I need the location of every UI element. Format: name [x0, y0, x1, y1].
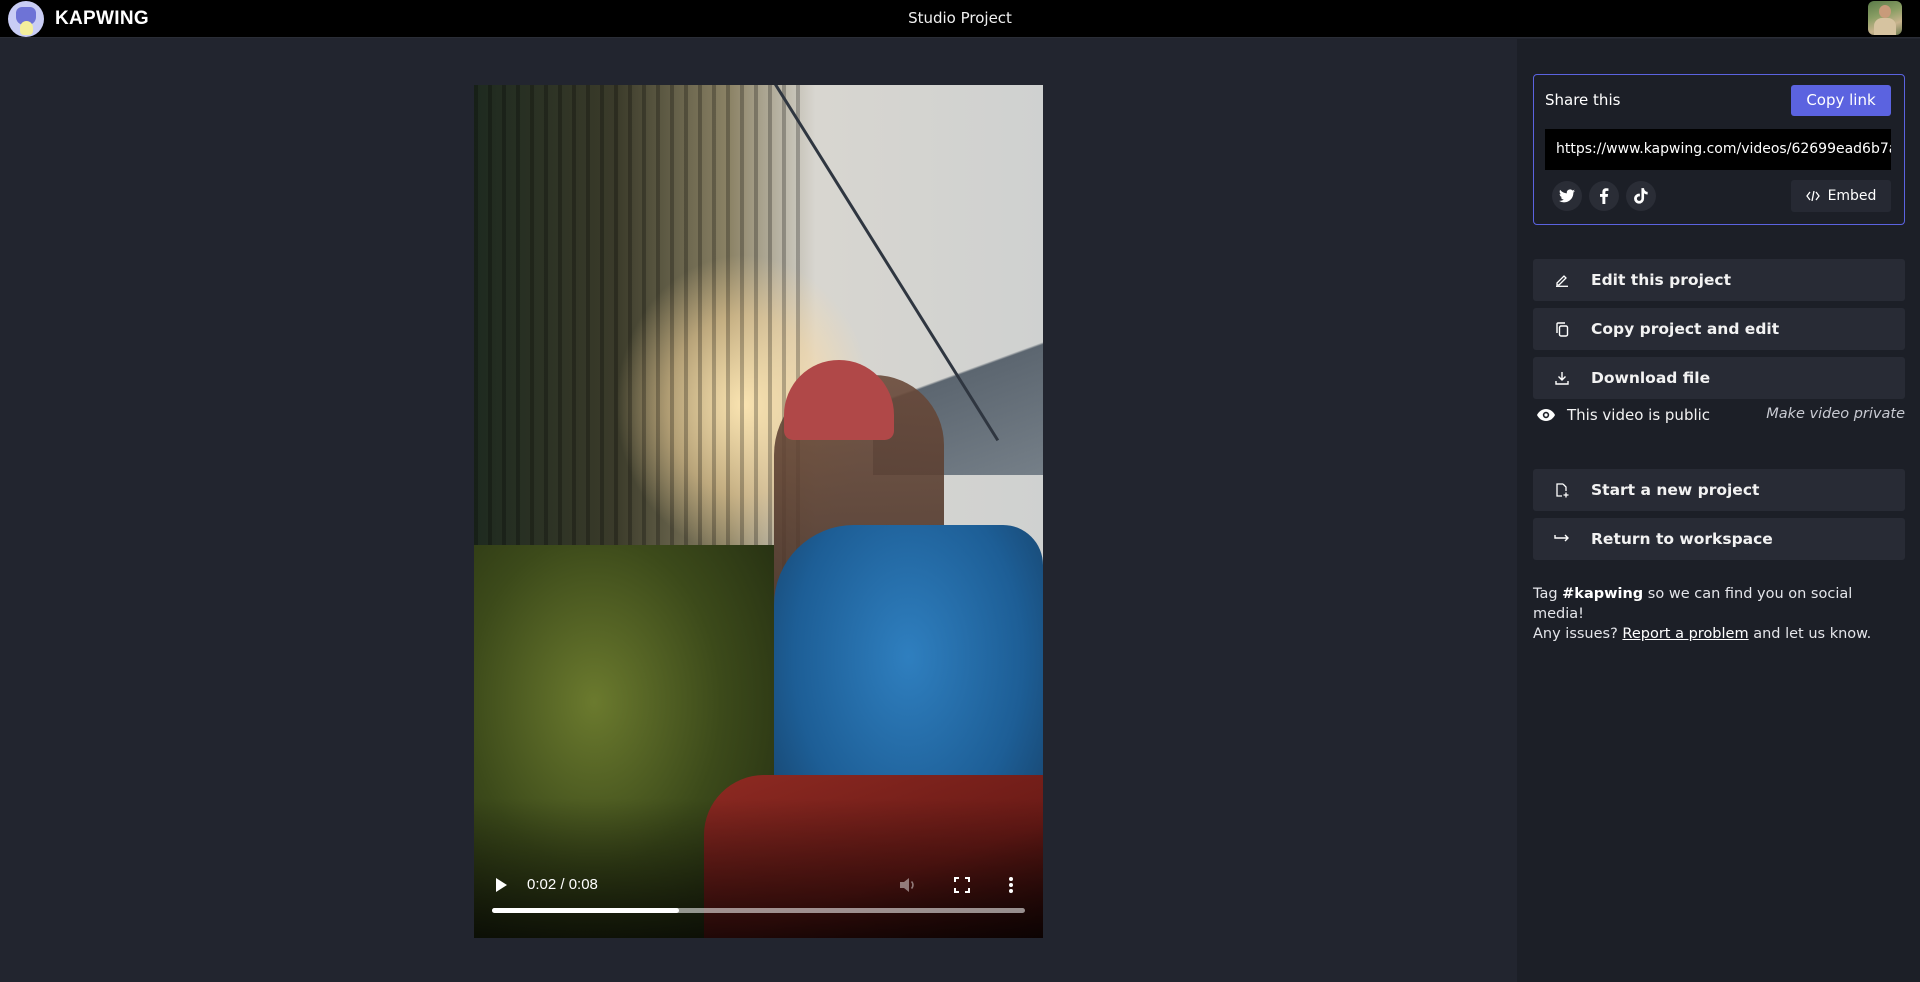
footer-note: Tag #kapwing so we can find you on socia… — [1533, 586, 1872, 642]
share-label: Share this — [1545, 91, 1621, 109]
new-project-button[interactable]: Start a new project — [1533, 469, 1905, 511]
video-controls: 0:02 / 0:08 — [474, 868, 1043, 938]
edit-project-button[interactable]: Edit this project — [1533, 259, 1905, 301]
report-problem-link[interactable]: Report a problem — [1622, 626, 1748, 642]
action-label: Return to workspace — [1591, 530, 1773, 548]
progress-fill — [492, 908, 679, 913]
action-label: Start a new project — [1591, 481, 1760, 499]
pencil-icon — [1556, 275, 1568, 287]
eye-icon — [1537, 409, 1555, 421]
top-bar: KAPWING Studio Project — [0, 0, 1920, 38]
video-progress-bar[interactable] — [492, 908, 1025, 913]
download-file-button[interactable]: Download file — [1533, 357, 1905, 399]
share-url-field[interactable]: https://www.kapwing.com/videos/62699ead6… — [1545, 129, 1891, 170]
play-icon[interactable] — [496, 878, 507, 892]
twitter-button[interactable] — [1552, 181, 1582, 211]
return-workspace-button[interactable]: Return to workspace — [1533, 518, 1905, 560]
fullscreen-icon[interactable] — [954, 877, 970, 893]
facebook-button[interactable] — [1589, 181, 1619, 211]
facebook-icon — [1600, 188, 1609, 204]
action-label: Copy project and edit — [1591, 320, 1780, 338]
embed-button[interactable]: Embed — [1791, 180, 1891, 212]
tiktok-icon — [1634, 188, 1648, 204]
user-avatar[interactable] — [1868, 1, 1902, 35]
copy-project-button[interactable]: Copy project and edit — [1533, 308, 1905, 350]
visibility-status: This video is public — [1567, 406, 1711, 424]
tiktok-button[interactable] — [1626, 181, 1656, 211]
new-file-icon — [1556, 482, 1569, 497]
right-panel: Share this Copy link https://www.kapwing… — [1517, 39, 1920, 982]
action-label: Edit this project — [1591, 271, 1731, 289]
more-options-icon[interactable] — [1008, 875, 1014, 895]
embed-label: Embed — [1827, 188, 1877, 204]
volume-icon[interactable] — [899, 877, 917, 893]
action-label: Download file — [1591, 369, 1711, 387]
make-private-link[interactable]: Make video private — [1766, 406, 1905, 422]
video-player[interactable]: 0:02 / 0:08 — [474, 85, 1043, 938]
return-arrow-icon — [1554, 534, 1569, 542]
download-icon — [1555, 372, 1569, 385]
code-icon — [1805, 191, 1820, 201]
video-stage: 0:02 / 0:08 — [0, 39, 1517, 982]
page-title: Studio Project — [908, 9, 1012, 27]
twitter-icon — [1559, 189, 1575, 203]
hashtag: #kapwing — [1562, 586, 1644, 602]
copy-link-button[interactable]: Copy link — [1791, 85, 1891, 116]
copy-icon — [1556, 321, 1569, 337]
share-card: Share this Copy link https://www.kapwing… — [1533, 74, 1905, 225]
visibility-row: This video is public Make video private — [1533, 404, 1905, 428]
time-display: 0:02 / 0:08 — [527, 876, 598, 893]
